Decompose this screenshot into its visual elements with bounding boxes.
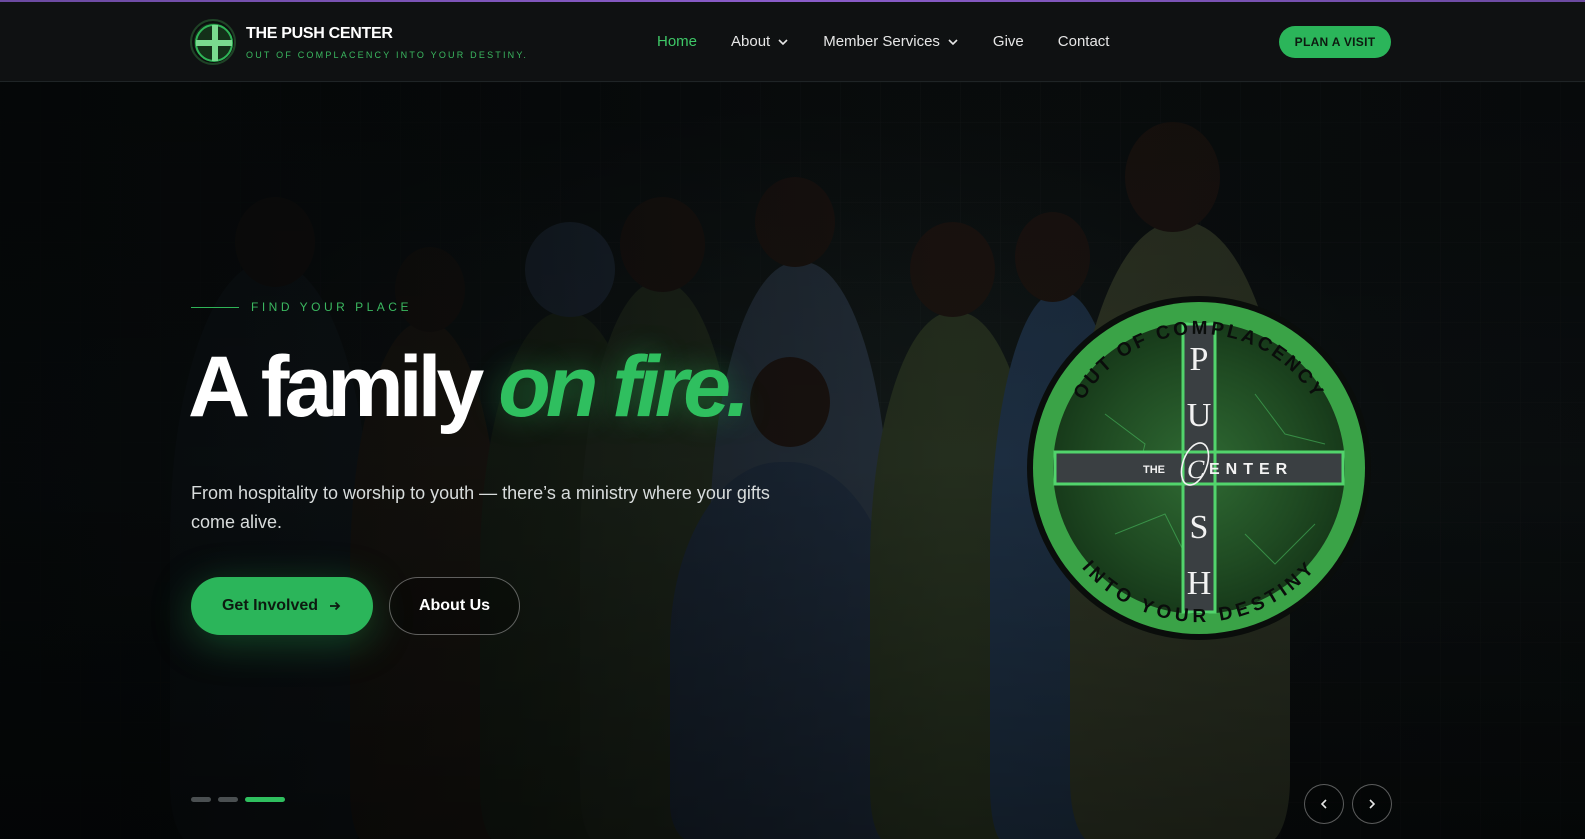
brand-title[interactable]: THE PUSH CENTER — [246, 25, 528, 43]
hero-subtitle: From hospitality to worship to youth — t… — [191, 483, 770, 532]
nav-give[interactable]: Give — [993, 33, 1024, 50]
slide-dot-2[interactable] — [218, 797, 238, 802]
eyebrow-line — [191, 306, 239, 308]
hero-section: P U S H THE C ENTER OUT OF COMPLACENCY I… — [0, 82, 1585, 839]
nav-contact-label: Contact — [1057, 33, 1110, 50]
emblem-letter-s: S — [1190, 509, 1209, 546]
get-involved-button[interactable]: Get Involved — [191, 577, 373, 635]
about-us-label: About Us — [418, 597, 491, 614]
nav-give-label: Give — [992, 33, 1024, 50]
eyebrow-text: FIND YOUR PLACE — [251, 300, 412, 314]
get-involved-label: Get Involved — [221, 597, 319, 614]
nav-about-label: About — [731, 33, 771, 50]
site-header: THE PUSH CENTER OUT OF COMPLACENCY INTO … — [0, 2, 1585, 82]
emblem-letter-h: H — [1187, 565, 1212, 602]
nav-home[interactable]: Home — [657, 33, 697, 50]
top-accent-line — [0, 0, 1585, 2]
emblem-letter-p: P — [1190, 341, 1209, 378]
nav-home-label: Home — [657, 33, 698, 50]
nav-member-services[interactable]: Member Services — [823, 33, 959, 50]
brand-tagline: OUT OF COMPLACENCY INTO YOUR DESTINY. — [246, 49, 529, 60]
hero-eyebrow: FIND YOUR PLACE — [191, 300, 412, 314]
emblem-enter: ENTER — [1209, 461, 1293, 478]
prev-slide-button[interactable] — [1304, 784, 1344, 824]
emblem-the: THE — [1143, 464, 1165, 476]
emblem-letter-u: U — [1187, 397, 1212, 434]
hero-headline: A family on fire. — [188, 344, 750, 430]
headline-green: on fire. — [498, 339, 750, 435]
about-us-button[interactable]: About Us — [389, 577, 520, 635]
slide-dot-1[interactable] — [191, 797, 211, 802]
headline-white: A family — [188, 339, 484, 435]
chevron-right-icon — [1369, 799, 1376, 809]
chevron-down-icon — [947, 36, 959, 48]
chevron-down-icon — [777, 36, 789, 48]
nav-about[interactable]: About — [731, 33, 789, 50]
push-center-emblem: P U S H THE C ENTER OUT OF COMPLACENCY I… — [1027, 296, 1371, 640]
nav-member-services-label: Member Services — [823, 33, 940, 50]
brand[interactable]: THE PUSH CENTER OUT OF COMPLACENCY INTO … — [190, 19, 528, 65]
logo-icon[interactable] — [190, 19, 236, 65]
nav-contact[interactable]: Contact — [1058, 33, 1110, 50]
arrow-right-icon — [330, 601, 341, 611]
slide-dot-3[interactable] — [245, 797, 285, 802]
chevron-left-icon — [1320, 799, 1327, 809]
slide-indicators — [191, 797, 292, 802]
main-nav: Home About Member Services Give Contact — [657, 33, 1143, 50]
emblem-c: C — [1187, 455, 1205, 484]
next-slide-button[interactable] — [1352, 784, 1392, 824]
plan-a-visit-button[interactable]: PLAN A VISIT — [1279, 26, 1391, 58]
